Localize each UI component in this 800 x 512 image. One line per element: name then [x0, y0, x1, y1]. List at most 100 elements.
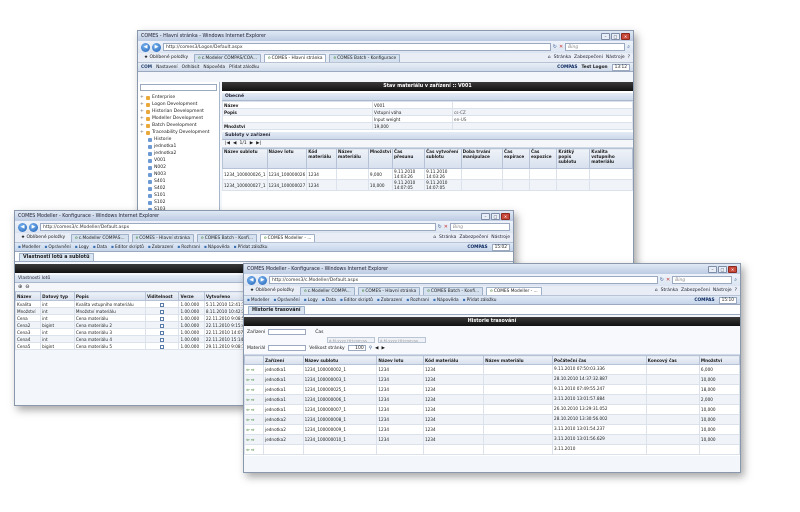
tab-comes-main[interactable]: e COMES - Hlavní stránka [357, 286, 421, 295]
toolbar-item-rozhran-[interactable]: ▪Rozhraní [406, 298, 429, 303]
tab-tracing-history[interactable]: Historie trasování [248, 306, 305, 314]
close-button[interactable]: ✕ [728, 265, 737, 273]
toolbar-item-p-idat-z-lo-ku[interactable]: ▪Přidat záložku [234, 245, 268, 250]
stop-icon[interactable]: ✕ [444, 224, 448, 230]
first-page-button[interactable]: |◀ [225, 141, 230, 146]
arrow-right-icon[interactable]: ⇨ [251, 387, 255, 392]
next-page-button[interactable]: ▶ [381, 346, 384, 351]
search-icon[interactable]: ⌕ [734, 277, 737, 283]
visibility-checkbox[interactable] [160, 344, 165, 349]
toolbar-item-zobrazen-[interactable]: ▪Zobrazení [148, 245, 173, 250]
arrow-right-icon[interactable]: ⇨ [251, 377, 255, 382]
favorites-button[interactable]: ★ Oblíbené položky [141, 54, 191, 61]
table-row[interactable]: ⇦ ⇨ jednotka1 1234_100000003_1 1234 1234 28.1… [244, 374, 740, 385]
toolbar-item-modeller[interactable]: ▪Modeller [247, 298, 269, 303]
tree-item[interactable]: Historie [140, 136, 217, 143]
table-row[interactable]: ⇦ ⇨ jednotka2 1234_100000009_1 1234 1234 3.11… [244, 424, 740, 435]
tab-comes-modeller[interactable]: e COMES Modeller - ... [486, 286, 542, 295]
search-input[interactable]: Bing [450, 223, 510, 231]
tree-item[interactable]: + Historian Development [140, 108, 217, 115]
toolbar-item-editor-skript-[interactable]: ▪Editor skriptů [340, 298, 373, 303]
tree-item[interactable]: S402 [140, 185, 217, 192]
column-header[interactable]: Název lotu [376, 355, 424, 365]
toolbar-item-logy[interactable]: ▪Logy [304, 298, 318, 303]
column-header[interactable]: Název sublotu [302, 355, 378, 365]
toolbar-item-opr-vn-n-[interactable]: ▪Oprávnění [273, 298, 299, 303]
table-row[interactable]: Množství int Množství materiálu 1.00.000 8.1… [15, 307, 261, 315]
tab-comes-modeller[interactable]: e COMES Modeller - ... [259, 233, 316, 242]
refresh-icon[interactable]: ↻ [553, 44, 557, 50]
tree-item[interactable]: + Traceability Development [140, 129, 217, 136]
tree-item[interactable]: S401 [140, 178, 217, 185]
toolbar-item-zobrazen-[interactable]: ▪Zobrazení [377, 298, 402, 303]
stop-icon[interactable]: ✕ [559, 44, 563, 50]
favorites-button[interactable]: ★ Oblíbené položky [18, 234, 68, 241]
table-row[interactable]: ⇦ ⇨ jednotka1 1234_100000006_1 1234 1234 3.11… [244, 394, 740, 405]
forward-button[interactable]: ▶ [29, 222, 38, 232]
add-icon[interactable]: ⊕ [18, 284, 22, 290]
last-page-button[interactable]: ▶| [256, 141, 261, 146]
column-header[interactable]: Množství [367, 148, 394, 169]
menu-security[interactable]: Zabezpečení [459, 235, 488, 240]
arrow-right-icon[interactable]: ⇨ [251, 437, 255, 442]
column-header[interactable]: Viditelnost [144, 291, 180, 301]
minimize-button[interactable]: – [481, 212, 490, 220]
column-header[interactable]: Název lotu [266, 148, 308, 169]
tab-comes-batch[interactable]: e COMES Batch - Konfi... [423, 286, 484, 295]
back-button[interactable]: ◀ [18, 222, 27, 232]
search-icon[interactable]: ⌕ [627, 44, 630, 50]
table-row[interactable]: ⇦ ⇨ jednotka2 1234_100000010_1 1234 1234 3.11… [244, 434, 740, 445]
favorites-button[interactable]: ★ Oblíbené položky [247, 287, 297, 294]
tree-item[interactable]: + Enterprise [140, 94, 217, 101]
expand-icon[interactable]: + [140, 123, 144, 128]
column-header[interactable]: Název [15, 291, 42, 301]
arrow-right-icon[interactable]: ⇨ [251, 397, 255, 402]
refresh-icon[interactable]: ↻ [660, 277, 664, 283]
refresh-icon[interactable]: ↻ [438, 224, 442, 230]
time-to-input[interactable]: d.M.yyyy HH:mm:ss [378, 337, 426, 343]
column-header[interactable]: Doba trvání manipulace [460, 148, 504, 169]
expand-icon[interactable]: + [140, 116, 144, 121]
table-row[interactable]: Kvalita int Kvalita vstupního materiálu 1.0… [15, 300, 261, 308]
table-row[interactable]: 1234_100000027_1 1234_100000027 1234 10,000… [222, 179, 633, 191]
toolbar-item-p-idat-z-lo-ku[interactable]: ▪Přidat záložku [463, 298, 497, 303]
table-row[interactable]: Cena5 bigint Cena materiálu 5 1.00.000 29.11… [15, 342, 261, 350]
tree-item[interactable]: + Batch Development [140, 122, 217, 129]
column-header[interactable]: Zařízení [263, 355, 304, 365]
column-header[interactable]: Datový typ [40, 291, 75, 301]
settings-button[interactable]: Nastavení [156, 65, 178, 70]
visibility-checkbox[interactable] [160, 337, 165, 342]
close-button[interactable]: ✕ [501, 212, 510, 220]
url-input[interactable]: http://comes3/c.Modeller/Default.aspx [40, 223, 436, 231]
stop-icon[interactable]: ✕ [666, 277, 670, 283]
tab-comes-main[interactable]: e COMES - Hlavní stránka [264, 53, 327, 62]
arrow-right-icon[interactable]: ⇨ [251, 417, 255, 422]
tree-item[interactable]: + Modeller Development [140, 115, 217, 122]
tree-search-input[interactable] [140, 84, 217, 91]
back-button[interactable]: ◀ [141, 42, 150, 52]
table-row[interactable]: ⇦ ⇨ 3.11.2010 [244, 444, 740, 455]
expand-icon[interactable]: + [140, 95, 144, 100]
tab-modeler[interactable]: e c.Modeller COMPAS... [71, 233, 129, 242]
tree-item[interactable]: jednotka1 [140, 143, 217, 150]
back-button[interactable]: ◀ [247, 275, 256, 285]
menu-security[interactable]: Zabezpečení [681, 288, 710, 293]
tree-item[interactable]: S102 [140, 199, 217, 206]
home-icon[interactable]: ⌂ [433, 235, 436, 240]
menu-page[interactable]: Stránka [661, 288, 678, 293]
table-row[interactable]: ⇦ ⇨ jednotka1 1234_100000002_1 1234 1234 9.11… [244, 364, 740, 375]
column-header[interactable]: Název materiálu [336, 148, 369, 169]
table-row[interactable]: ⇦ ⇨ jednotka1 1234_100000025_1 1234 1234 9.11… [244, 384, 740, 395]
tree-item[interactable]: S101 [140, 192, 217, 199]
tree-item[interactable]: N002 [140, 164, 217, 171]
column-header[interactable]: Počáteční čas [552, 355, 647, 365]
table-row[interactable]: ⇦ ⇨ jednotka1 1234_100000007_1 1234 1234 26.1… [244, 404, 740, 415]
toolbar-item-rozhran-[interactable]: ▪Rozhraní [177, 245, 200, 250]
close-button[interactable]: ✕ [621, 32, 630, 40]
tab-comes-batch[interactable]: e COMES Batch - Konfigurace [329, 53, 401, 62]
tab-comes-batch[interactable]: e COMES Batch - Konfi... [197, 233, 257, 242]
expand-icon[interactable]: + [140, 102, 144, 107]
column-header[interactable]: Popis [73, 291, 146, 301]
menu-tools[interactable]: Nástroje [491, 235, 510, 240]
menu-tools[interactable]: Nástroje [713, 288, 732, 293]
